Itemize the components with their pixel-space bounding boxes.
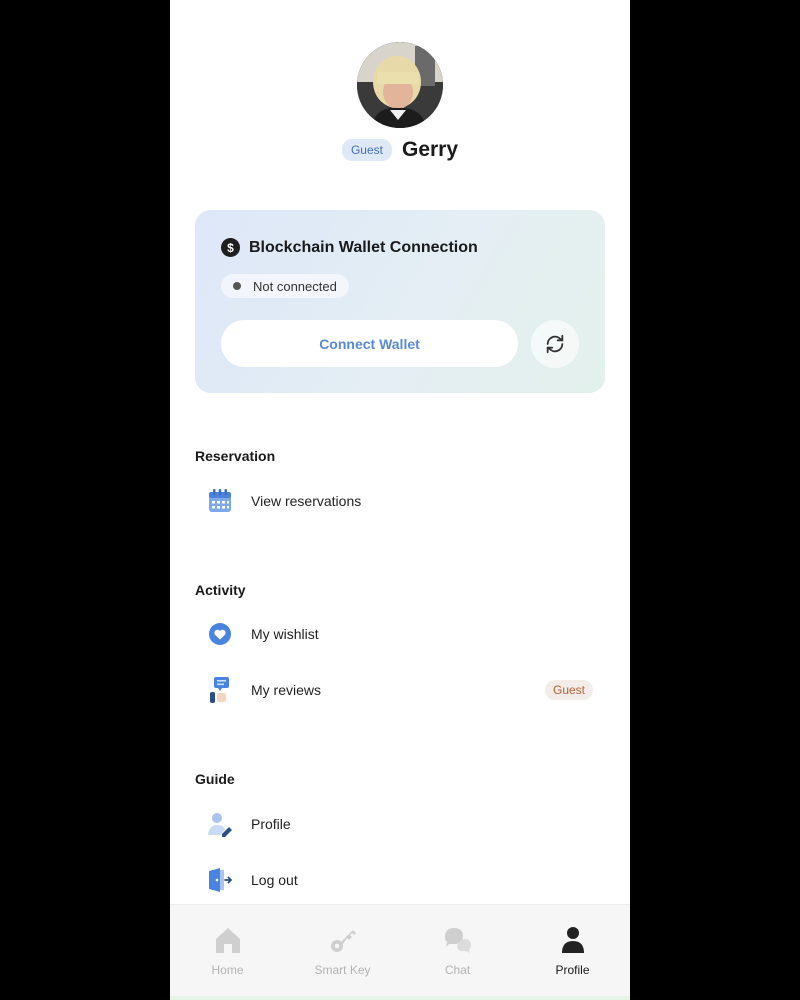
wallet-status-badge: Not connected	[221, 274, 349, 298]
reviews-icon	[207, 677, 233, 703]
reviews-role-badge: Guest	[544, 680, 593, 700]
role-badge: Guest	[341, 139, 392, 161]
nav-label: Chat	[444, 963, 471, 977]
menu-item-wishlist[interactable]: My wishlist	[195, 614, 605, 654]
person-icon	[558, 925, 588, 955]
nav-label: Home	[211, 963, 244, 977]
refresh-icon	[546, 334, 564, 354]
nav-label: Smart Key	[314, 963, 371, 977]
menu-item-reviews[interactable]: My reviews Guest	[195, 670, 605, 710]
key-icon	[328, 925, 358, 955]
nav-item-profile[interactable]: Profile	[515, 905, 630, 1000]
menu-item-view-reservations[interactable]: View reservations	[195, 481, 605, 521]
nav-item-chat[interactable]: Chat	[400, 905, 515, 1000]
wallet-title: Blockchain Wallet Connection	[249, 238, 478, 256]
menu-item-profile[interactable]: Profile	[195, 804, 605, 844]
menu-item-logout[interactable]: Log out	[195, 860, 605, 900]
nav-label: Profile	[555, 963, 590, 977]
bottom-nav: Home Smart Key Chat Profile	[170, 904, 630, 1000]
section-title-reservation: Reservation	[195, 448, 276, 464]
home-icon	[213, 925, 243, 955]
menu-item-label: My reviews	[251, 682, 322, 698]
dollar-icon: $	[221, 238, 240, 257]
profile-screen: Guest Gerry $ Blockchain Wallet Connecti…	[170, 0, 630, 1000]
user-name: Gerry	[401, 138, 459, 161]
section-title-guide: Guide	[195, 771, 235, 787]
logout-icon	[207, 867, 233, 893]
calendar-icon	[207, 488, 233, 514]
wallet-status-text: Not connected	[253, 278, 337, 294]
profile-edit-icon	[207, 811, 233, 837]
avatar[interactable]	[357, 42, 443, 128]
chat-icon	[443, 925, 473, 955]
menu-item-label: View reservations	[251, 493, 362, 509]
nav-item-home[interactable]: Home	[170, 905, 285, 1000]
profile-name-row: Guest Gerry	[170, 138, 630, 162]
bottom-strip	[170, 996, 630, 1000]
menu-item-label: My wishlist	[251, 626, 319, 642]
status-dot-icon	[233, 282, 241, 290]
connect-wallet-button[interactable]: Connect Wallet	[221, 320, 518, 367]
heart-icon	[207, 621, 233, 647]
wallet-card: $ Blockchain Wallet Connection Not conne…	[195, 210, 605, 393]
nav-item-smart-key[interactable]: Smart Key	[285, 905, 400, 1000]
wallet-title-row: $ Blockchain Wallet Connection	[221, 238, 478, 257]
section-title-activity: Activity	[195, 582, 246, 598]
menu-item-label: Profile	[251, 816, 291, 832]
refresh-button[interactable]	[531, 320, 579, 368]
menu-item-label: Log out	[251, 872, 298, 888]
